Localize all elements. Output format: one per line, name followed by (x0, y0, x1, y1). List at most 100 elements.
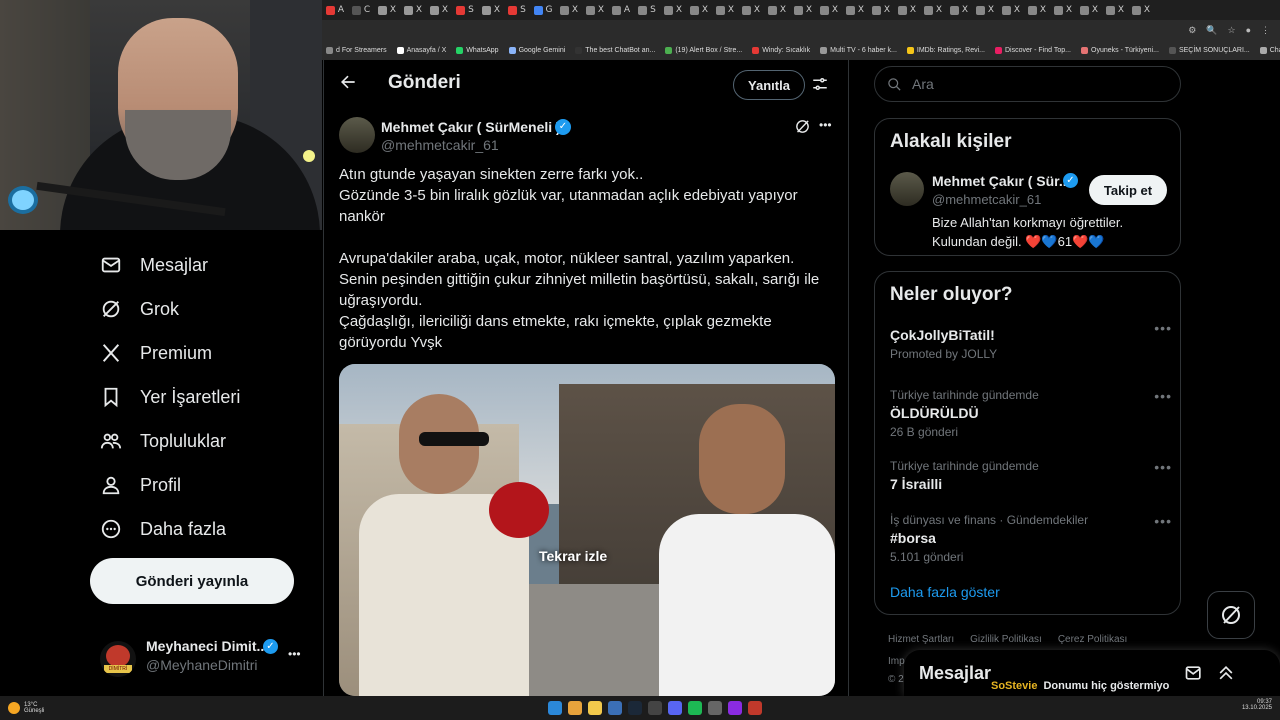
show-more-link[interactable]: Daha fazla göster (890, 584, 1000, 600)
grok-floating-button[interactable] (1207, 591, 1255, 639)
menu-icon[interactable]: ⋮ (1261, 25, 1270, 36)
browser-tab[interactable]: X (660, 1, 686, 19)
bookmark-item[interactable]: ChatGPT (1259, 46, 1280, 54)
browser-tab[interactable]: X (868, 1, 894, 19)
browser-tab[interactable]: X (1076, 1, 1102, 19)
browser-tab[interactable]: X (998, 1, 1024, 19)
tweet-author-name[interactable]: Mehmet Çakır ( SürMeneli ) (381, 119, 561, 135)
post-button[interactable]: Gönderi yayınla (90, 558, 294, 604)
replay-label[interactable]: Tekrar izle (539, 548, 607, 564)
trend-more-icon[interactable]: ••• (1154, 320, 1172, 336)
trend-item[interactable]: Türkiye tarihinde gündemde ÖLDÜRÜLDÜ 26 B … (890, 388, 1172, 439)
bookmark-item[interactable]: IMDb: Ratings, Revi... (906, 46, 985, 54)
bookmark-item[interactable]: d For Streamers (326, 46, 387, 54)
app-icon[interactable] (608, 701, 622, 715)
chrome-icon[interactable] (568, 701, 582, 715)
expand-icon[interactable] (1216, 663, 1236, 688)
footer-link[interactable]: Hizmet Şartları (888, 634, 954, 645)
tweet-avatar[interactable] (339, 117, 375, 153)
trend-item[interactable]: ÇokJollyBiTatil! Promoted by JOLLY ••• (890, 320, 1171, 361)
browser-tab[interactable]: X (374, 1, 400, 19)
browser-tab[interactable]: X (920, 1, 946, 19)
browser-tab[interactable]: X (426, 1, 452, 19)
follow-button[interactable]: Takip et (1089, 175, 1167, 205)
browser-tab[interactable]: X (686, 1, 712, 19)
bookmark-item[interactable]: Multi TV - 6 haber k... (820, 46, 897, 54)
trend-more-icon[interactable]: ••• (1154, 388, 1172, 404)
account-more-icon[interactable]: ••• (288, 647, 301, 661)
bookmark-item[interactable]: Windy: Sıcaklık (752, 46, 810, 54)
app-icon[interactable] (648, 701, 662, 715)
related-name[interactable]: Mehmet Çakır ( Sür... (932, 173, 1070, 189)
bookmark-item[interactable]: Discover - Find Top... (994, 46, 1071, 54)
browser-tab[interactable]: X (972, 1, 998, 19)
spotify-icon[interactable] (688, 701, 702, 715)
browser-tab[interactable]: A (608, 1, 634, 19)
account-switcher[interactable]: DİMİTRİ Meyhaneci Dimit... ✓ @MeyhaneDim… (100, 635, 310, 679)
tweet-author-handle[interactable]: @mehmetcakir_61 (381, 137, 499, 153)
nav-item-topluluklar[interactable]: Topluluklar (100, 430, 226, 452)
bookmark-item[interactable]: WhatsApp (456, 46, 499, 54)
nav-item-yer-i̇şaretleri[interactable]: Yer İşaretleri (100, 386, 240, 408)
search-input[interactable]: Ara (874, 66, 1181, 102)
sliders-icon[interactable] (811, 75, 829, 98)
browser-tab[interactable]: X (556, 1, 582, 19)
trend-more-icon[interactable]: ••• (1154, 459, 1172, 475)
browser-tab[interactable]: S (504, 1, 530, 19)
back-arrow-icon[interactable] (338, 72, 360, 94)
browser-tab[interactable]: C (348, 1, 374, 19)
avatar[interactable] (890, 172, 924, 206)
browser-tab[interactable]: X (946, 1, 972, 19)
nav-item-profil[interactable]: Profil (100, 474, 181, 496)
browser-tab[interactable]: X (1102, 1, 1128, 19)
footer-link[interactable]: Çerez Politikası (1058, 634, 1127, 645)
browser-tab[interactable]: X (582, 1, 608, 19)
bookmark-item[interactable]: Oyuneks - Türkiyeni... (1081, 46, 1159, 54)
steam-icon[interactable] (628, 701, 642, 715)
related-handle[interactable]: @mehmetcakir_61 (932, 192, 1041, 207)
browser-tab[interactable]: X (894, 1, 920, 19)
bookmark-item[interactable]: Google Gemini (508, 46, 565, 54)
bookmark-item[interactable]: The best ChatBot an... (575, 46, 655, 54)
nav-item-daha-fazla[interactable]: Daha fazla (100, 518, 226, 540)
browser-tab[interactable]: G (530, 1, 556, 19)
start-icon[interactable] (548, 701, 562, 715)
nav-item-grok[interactable]: Grok (100, 298, 179, 320)
nav-item-mesajlar[interactable]: Mesajlar (100, 254, 208, 276)
browser-tab[interactable]: X (1050, 1, 1076, 19)
browser-tab[interactable]: X (764, 1, 790, 19)
folder-icon[interactable] (588, 701, 602, 715)
reply-button[interactable]: Yanıtla (733, 70, 805, 100)
weather-widget[interactable]: 13°C Güneşli (8, 702, 44, 714)
browser-tab[interactable]: X (1024, 1, 1050, 19)
browser-tab[interactable]: S (452, 1, 478, 19)
browser-tab[interactable]: S (634, 1, 660, 19)
app-icon[interactable] (708, 701, 722, 715)
profile-icon[interactable]: ● (1246, 25, 1251, 35)
tweet-more-icon[interactable]: ••• (819, 118, 832, 132)
browser-tab[interactable]: X (790, 1, 816, 19)
nav-item-premium[interactable]: Premium (100, 342, 212, 364)
new-message-icon[interactable] (1184, 663, 1204, 688)
browser-tab[interactable]: X (1128, 1, 1154, 19)
browser-tab[interactable]: X (842, 1, 868, 19)
extensions-icon[interactable]: ⚙ (1188, 25, 1196, 36)
trend-item[interactable]: Türkiye tarihinde gündemde 7 İsrailli ••• (890, 459, 1172, 492)
zoom-icon[interactable]: 🔍 (1206, 25, 1217, 36)
browser-tab[interactable]: X (400, 1, 426, 19)
tweet-video[interactable]: Tekrar izle (339, 364, 835, 696)
browser-tab[interactable]: X (478, 1, 504, 19)
app-icon[interactable] (728, 701, 742, 715)
star-icon[interactable]: ☆ (1227, 25, 1235, 36)
browser-tab[interactable]: X (816, 1, 842, 19)
grok-icon[interactable] (794, 118, 811, 140)
bookmark-item[interactable]: Anasayfa / X (396, 46, 446, 54)
bookmark-item[interactable]: SEÇİM SONUÇLARI... (1168, 46, 1250, 54)
trend-item[interactable]: İş dünyası ve finans · Gündemdekiler #bor… (890, 513, 1171, 564)
discord-icon[interactable] (668, 701, 682, 715)
app-icon[interactable] (748, 701, 762, 715)
browser-tab[interactable]: X (738, 1, 764, 19)
bookmark-item[interactable]: (19) Alert Box / Stre... (665, 46, 742, 54)
browser-tab[interactable]: X (712, 1, 738, 19)
clock[interactable]: 09:37 13.10.2025 (1242, 699, 1272, 711)
